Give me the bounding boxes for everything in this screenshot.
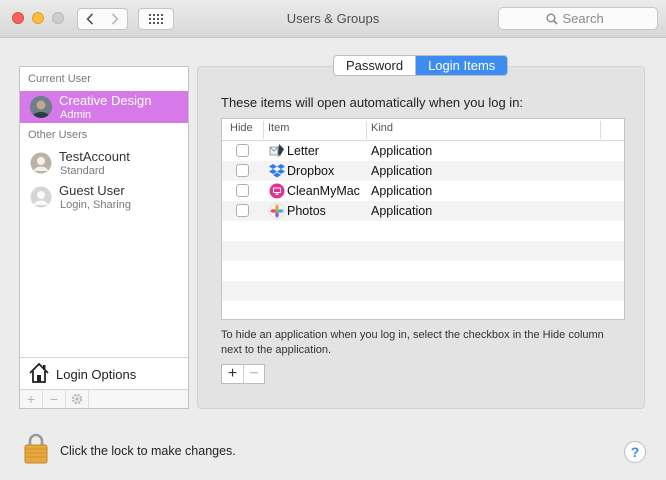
cleanmymac-icon (269, 183, 285, 199)
lock-message: Click the lock to make changes. (60, 444, 236, 458)
user-avatar (30, 186, 52, 208)
item-name: CleanMyMac (287, 184, 360, 198)
sidebar-toolbar: + − (20, 389, 188, 408)
column-header-kind[interactable]: Kind (371, 122, 393, 134)
search-input[interactable] (562, 11, 611, 26)
search-icon (546, 13, 558, 25)
remove-user-button[interactable]: − (43, 390, 66, 408)
photos-icon (269, 203, 285, 219)
table-row[interactable]: Letter Application (222, 141, 624, 161)
other-users-section-label: Other Users (28, 129, 88, 141)
table-row-empty (222, 301, 624, 321)
item-name: Photos (287, 204, 326, 218)
user-row-testaccount[interactable]: TestAccount Standard (20, 147, 188, 179)
users-sidebar: Current User Creative Design Admin Other… (19, 66, 189, 409)
column-header-item[interactable]: Item (268, 122, 289, 134)
dropbox-icon (269, 164, 285, 178)
table-body: Letter Application Dropbox Application C… (222, 141, 624, 321)
table-row-empty (222, 241, 624, 261)
generic-user-icon (30, 152, 52, 174)
user-role: Admin (60, 109, 92, 121)
tab-bar: Password Login Items (333, 55, 509, 76)
hide-help-text: To hide an application when you log in, … (221, 329, 604, 356)
user-name: Guest User (59, 183, 125, 198)
add-login-item-button[interactable]: + (222, 365, 243, 383)
hide-checkbox[interactable] (236, 144, 249, 157)
add-remove-control: + − (221, 364, 265, 384)
table-row-empty (222, 221, 624, 241)
login-items-intro: These items will open automatically when… (221, 95, 524, 110)
item-name: Letter (287, 144, 319, 158)
item-name: Dropbox (287, 164, 335, 178)
item-kind: Application (371, 204, 433, 218)
person-photo-icon (30, 96, 52, 118)
user-avatar (30, 152, 52, 174)
remove-login-item-button[interactable]: − (242, 365, 264, 383)
login-options-label: Login Options (56, 367, 137, 382)
table-header: Hide Item Kind (222, 119, 624, 141)
letter-app-icon (269, 144, 284, 157)
column-header-hide[interactable]: Hide (230, 122, 253, 134)
gear-icon (71, 393, 83, 405)
tab-password[interactable]: Password (334, 56, 415, 75)
table-row-empty (222, 281, 624, 301)
hide-checkbox[interactable] (236, 164, 249, 177)
current-user-section-label: Current User (28, 73, 91, 85)
user-name: Creative Design (59, 93, 152, 108)
table-row[interactable]: CleanMyMac Application (222, 181, 624, 201)
login-items-table: Hide Item Kind Letter Application Dropbo… (221, 118, 625, 320)
hide-checkbox[interactable] (236, 184, 249, 197)
hide-checkbox[interactable] (236, 204, 249, 217)
help-button[interactable]: ? (624, 441, 646, 463)
user-row-guest-user[interactable]: Guest User Login, Sharing (20, 181, 188, 213)
user-avatar (30, 96, 52, 118)
guest-user-icon (30, 186, 52, 208)
user-name: TestAccount (59, 149, 130, 164)
add-user-button[interactable]: + (20, 390, 43, 408)
login-options-item[interactable]: Login Options (20, 357, 188, 389)
user-role: Standard (60, 165, 105, 177)
action-menu-button[interactable] (66, 390, 89, 408)
house-icon (29, 362, 49, 383)
tab-login-items[interactable]: Login Items (415, 56, 508, 75)
item-kind: Application (371, 164, 433, 178)
user-row-creative-design[interactable]: Creative Design Admin (20, 91, 188, 123)
lock-icon[interactable] (24, 432, 48, 464)
table-row-empty (222, 261, 624, 281)
item-kind: Application (371, 144, 433, 158)
search-field[interactable] (498, 7, 658, 30)
table-row[interactable]: Photos Application (222, 201, 624, 221)
user-role: Login, Sharing (60, 199, 131, 211)
item-kind: Application (371, 184, 433, 198)
title-bar: Users & Groups (0, 0, 666, 38)
table-row[interactable]: Dropbox Application (222, 161, 624, 181)
